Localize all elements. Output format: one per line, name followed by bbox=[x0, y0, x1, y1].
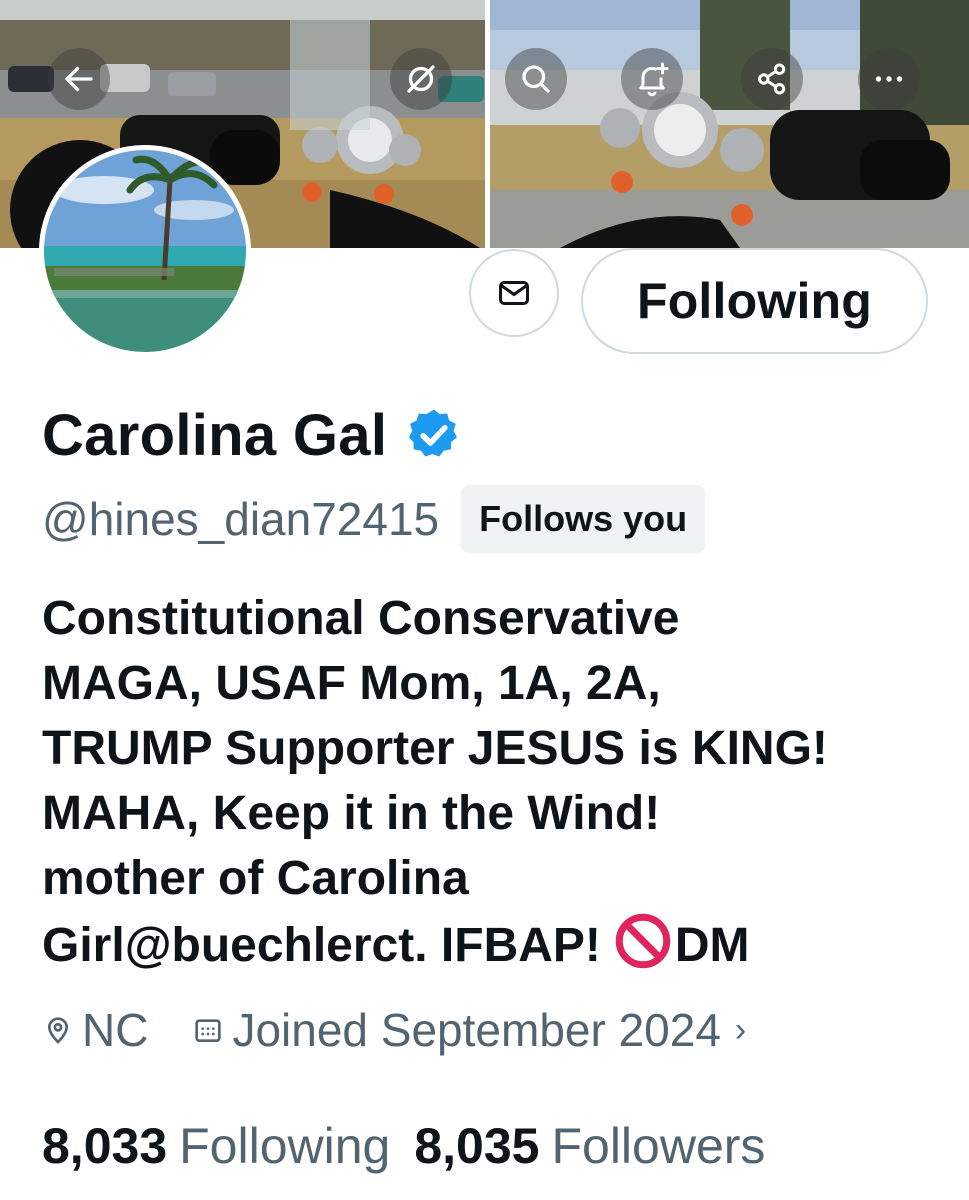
message-button[interactable] bbox=[469, 249, 559, 337]
profile-avatar[interactable] bbox=[39, 145, 251, 357]
more-icon bbox=[875, 76, 903, 82]
prohibited-emoji-icon bbox=[615, 913, 671, 969]
calendar-icon bbox=[195, 1019, 222, 1042]
bio-line: MAHA, Keep it in the Wind! bbox=[42, 787, 661, 840]
envelope-icon bbox=[499, 281, 529, 305]
followers-count-link[interactable]: 8,035 Followers bbox=[414, 1117, 765, 1175]
handle-row: @hines_dian72415 Follows you bbox=[42, 484, 706, 554]
back-arrow-icon bbox=[65, 66, 93, 92]
bio-text: DM bbox=[674, 919, 750, 972]
share-button[interactable] bbox=[741, 48, 803, 110]
bio-line-last: Girl@buechlerct. IFBAP! DM bbox=[42, 911, 942, 978]
profile-name-row: Carolina Gal bbox=[42, 400, 463, 470]
display-name: Carolina Gal bbox=[42, 402, 388, 468]
bio-line: mother of Carolina bbox=[42, 852, 469, 905]
following-label: Following bbox=[179, 1118, 391, 1174]
grok-icon bbox=[407, 65, 435, 93]
bio-mention-link[interactable]: @buechlerct bbox=[125, 919, 415, 972]
notifications-button[interactable] bbox=[621, 48, 683, 110]
join-date[interactable]: Joined September 2024 › bbox=[192, 1003, 746, 1057]
more-button[interactable] bbox=[858, 48, 920, 110]
avatar-beach-photo bbox=[44, 150, 246, 352]
follow-counts: 8,033 Following 8,035 Followers bbox=[42, 1114, 765, 1178]
location: NC bbox=[42, 1003, 148, 1057]
following-count: 8,033 bbox=[42, 1118, 168, 1174]
bio-line: TRUMP Supporter JESUS is KING! bbox=[42, 722, 828, 775]
followers-label: Followers bbox=[551, 1118, 766, 1174]
profile-meta: NC Joined September 2024 › bbox=[42, 1000, 746, 1060]
back-button[interactable] bbox=[48, 48, 110, 110]
bio-line: MAGA, USAF Mom, 1A, 2A, bbox=[42, 657, 661, 710]
join-date-text: Joined September 2024 bbox=[232, 1004, 721, 1056]
user-handle: @hines_dian72415 bbox=[42, 493, 440, 545]
share-icon bbox=[758, 63, 786, 95]
chevron-right-icon: › bbox=[734, 1010, 747, 1049]
followers-count: 8,035 bbox=[414, 1118, 540, 1174]
bio-line: Constitutional Conservative bbox=[42, 592, 680, 645]
location-text: NC bbox=[82, 1004, 149, 1056]
profile-bio: Constitutional Conservative MAGA, USAF M… bbox=[42, 586, 942, 978]
search-icon bbox=[522, 65, 550, 93]
verified-badge-icon bbox=[409, 409, 458, 457]
location-pin-icon bbox=[47, 1017, 69, 1044]
follows-you-badge: Follows you bbox=[461, 485, 706, 553]
bio-text: . IFBAP! bbox=[414, 919, 601, 972]
bio-text: Girl bbox=[42, 919, 125, 972]
following-count-link[interactable]: 8,033 Following bbox=[42, 1117, 390, 1175]
search-button[interactable] bbox=[505, 48, 567, 110]
bell-plus-icon bbox=[639, 62, 669, 97]
following-button[interactable]: Following bbox=[581, 248, 928, 354]
grok-button[interactable] bbox=[390, 48, 452, 110]
